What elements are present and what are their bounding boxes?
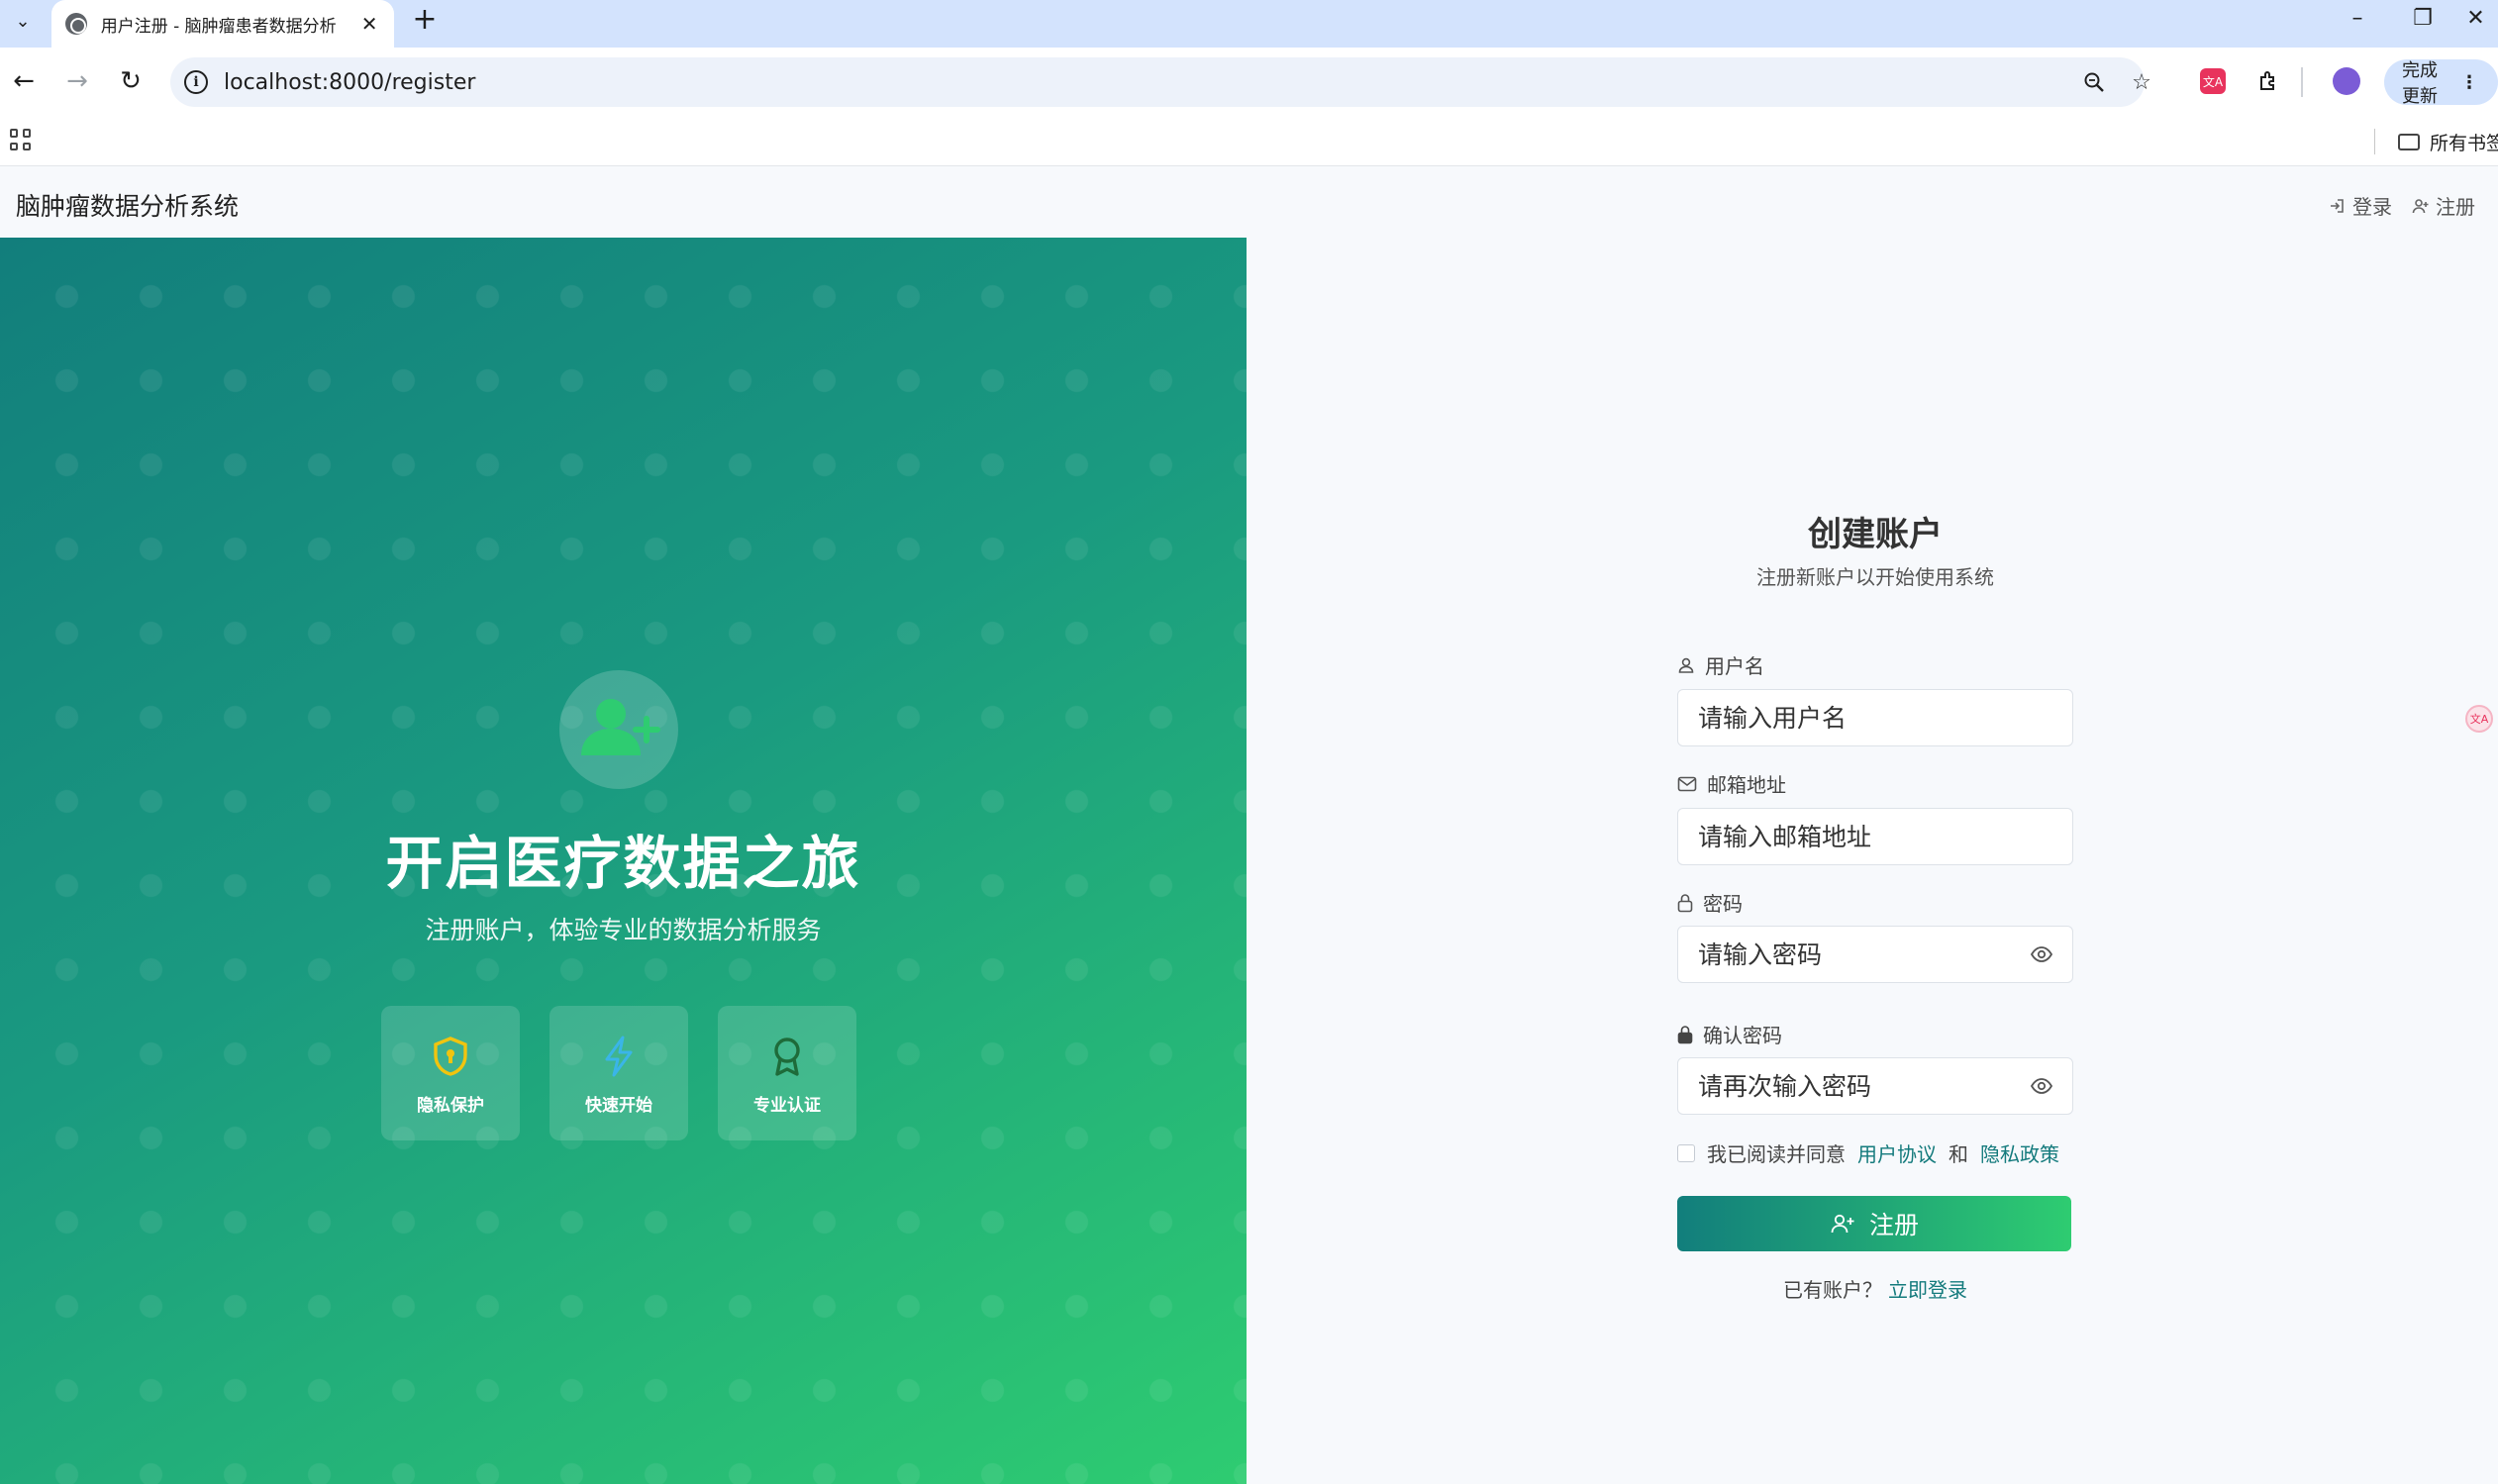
feature-card-privacy: 隐私保护 [381, 1006, 520, 1140]
zoom-magnifier-icon[interactable] [2079, 67, 2109, 97]
feature-card-quickstart: 快速开始 [550, 1006, 688, 1140]
address-url[interactable]: localhost:8000/register [224, 70, 475, 95]
header-login-label: 登录 [2352, 195, 2392, 219]
username-label: 用户名 [1677, 650, 1764, 679]
floating-translate-icon[interactable]: 文A [2465, 705, 2493, 733]
browser-toolbar: ← → ↻ i localhost:8000/register ☆ 文A [0, 48, 2498, 117]
confirm-password-input[interactable] [1677, 1057, 2073, 1115]
close-window-icon[interactable]: ✕ [2453, 0, 2498, 36]
agree-terms-row: 我已阅读并同意 用户协议 和 隐私政策 [1677, 1138, 2059, 1167]
terms-link[interactable]: 用户协议 [1857, 1138, 1937, 1167]
agree-joiner: 和 [1948, 1142, 1968, 1166]
show-confirm-password-eye-icon[interactable] [2030, 1074, 2053, 1098]
tab-search-chevron-icon[interactable]: ⌄ [8, 6, 38, 36]
hero-subtitle: 注册账户，体验专业的数据分析服务 [425, 916, 822, 944]
envelope-icon [1677, 776, 1697, 791]
feature-card-certified: 专业认证 [718, 1006, 856, 1140]
site-info-icon[interactable]: i [184, 70, 208, 94]
lightning-icon [605, 1036, 633, 1077]
feature-label: 隐私保护 [417, 1096, 484, 1116]
agree-checkbox[interactable] [1677, 1143, 1695, 1162]
password-input[interactable] [1677, 926, 2073, 983]
more-menu-icon[interactable]: ⋮ [2460, 72, 2478, 93]
browser-tab-active[interactable]: 用户注册 - 脑肿瘤患者数据分析 ✕ [51, 0, 394, 48]
toolbar-divider [2301, 67, 2303, 97]
browser-tab-bar: ⌄ 用户注册 - 脑肿瘤患者数据分析 ✕ + – ❐ ✕ [0, 0, 2498, 48]
privacy-link[interactable]: 隐私政策 [1980, 1138, 2059, 1167]
header-register-label: 注册 [2436, 195, 2475, 219]
all-bookmarks-label: 所有书签 [2430, 133, 2498, 154]
feature-label: 专业认证 [753, 1096, 821, 1116]
agree-prefix: 我已阅读并同意 [1707, 1142, 1846, 1166]
confirm-password-label: 确认密码 [1677, 1020, 1782, 1048]
app-title[interactable]: 脑肿瘤数据分析系统 [16, 187, 239, 223]
update-button-label: 完成更新 [2402, 60, 2438, 107]
form-subtitle: 注册新账户以开始使用系统 [1756, 565, 1994, 589]
tab-title: 用户注册 - 脑肿瘤患者数据分析 [100, 16, 337, 37]
email-input[interactable] [1677, 808, 2073, 865]
lock-open-icon [1677, 893, 1693, 912]
forward-arrow-icon[interactable]: → [57, 61, 97, 101]
feature-label: 快速开始 [585, 1096, 652, 1116]
close-tab-icon[interactable]: ✕ [358, 12, 380, 36]
user-plus-icon [1831, 1214, 1854, 1234]
password-label: 密码 [1677, 888, 1743, 917]
new-tab-plus-icon[interactable]: + [410, 2, 440, 37]
confirm-password-label-text: 确认密码 [1703, 1024, 1782, 1047]
show-password-eye-icon[interactable] [2030, 942, 2053, 966]
award-icon [774, 1038, 800, 1076]
apps-grid-icon[interactable] [10, 129, 32, 150]
bookmarks-divider [2374, 129, 2375, 154]
bookmark-star-icon[interactable]: ☆ [2127, 67, 2156, 97]
email-label: 邮箱地址 [1677, 769, 1786, 798]
back-arrow-icon[interactable]: ← [4, 61, 44, 101]
translate-extension-icon[interactable]: 文A [2200, 68, 2226, 94]
all-bookmarks-folder[interactable]: 所有书签 [2398, 129, 2498, 155]
hero-panel: 开启医疗数据之旅 注册账户，体验专业的数据分析服务 隐私保护 快速开始 专业认证 [0, 238, 1247, 1484]
username-label-text: 用户名 [1705, 654, 1764, 678]
profile-avatar[interactable] [2333, 67, 2360, 95]
update-button[interactable]: 完成更新 ⋮ [2384, 59, 2498, 107]
password-label-text: 密码 [1703, 892, 1743, 916]
lock-icon [1677, 1025, 1693, 1043]
globe-icon [65, 13, 87, 35]
minimize-window-icon[interactable]: – [2323, 0, 2392, 36]
bookmarks-bar: 所有书签 [0, 117, 2498, 166]
register-submit-label: 注册 [1868, 1211, 1919, 1239]
reload-icon[interactable]: ↻ [111, 61, 150, 101]
hero-title: 开启医疗数据之旅 [385, 830, 861, 897]
extensions-puzzle-icon[interactable] [2251, 63, 2287, 99]
register-submit-button[interactable]: 注册 [1677, 1196, 2071, 1251]
form-title: 创建账户 [1808, 515, 1943, 554]
folder-icon [2398, 134, 2420, 150]
login-now-link[interactable]: 立即登录 [1888, 1278, 1967, 1302]
header-login-link[interactable]: 登录 [2329, 191, 2392, 220]
user-plus-icon [2412, 198, 2429, 213]
login-prompt-row: 已有账户？ 立即登录 [1677, 1274, 2073, 1303]
login-prompt-text: 已有账户？ [1783, 1278, 1882, 1302]
username-input[interactable] [1677, 689, 2073, 746]
email-label-text: 邮箱地址 [1707, 773, 1786, 797]
app-header: 脑肿瘤数据分析系统 登录 注册 [0, 167, 2498, 238]
login-icon [2331, 198, 2344, 213]
restore-window-icon[interactable]: ❐ [2388, 0, 2457, 36]
shield-icon [434, 1037, 467, 1076]
hero-user-plus-icon [559, 670, 678, 789]
header-register-link[interactable]: 注册 [2412, 191, 2475, 220]
user-icon [1678, 657, 1694, 673]
address-bar[interactable]: i localhost:8000/register ☆ [170, 57, 2151, 107]
